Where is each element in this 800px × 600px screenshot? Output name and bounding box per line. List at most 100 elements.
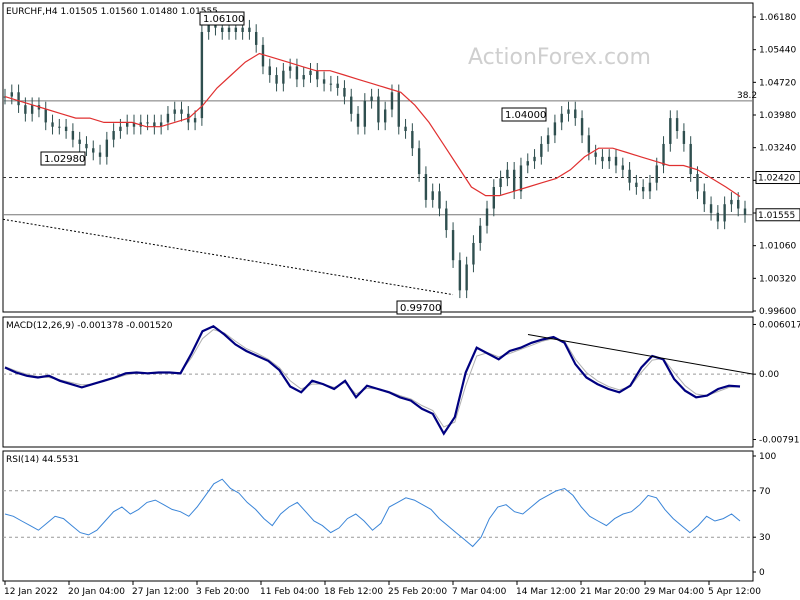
price-candle-body (730, 199, 733, 205)
price-candle-body (343, 87, 346, 97)
price-candle-body (580, 118, 584, 136)
chart-canvas: EURCHF,H4 1.01505 1.01560 1.01480 1.0155… (2, 2, 800, 597)
price-candle-body (567, 109, 570, 114)
time-label: 20 Jan 04:00 (68, 587, 125, 597)
price-candle-body (621, 165, 624, 170)
price-candle-body (350, 96, 353, 114)
price-candle-body (64, 126, 68, 132)
price-candle-body (329, 83, 333, 85)
price-candle-body (723, 204, 726, 222)
time-label: 18 Feb 12:00 (324, 587, 383, 597)
time-axis: 12 Jan 2022 20 Jan 04:00 27 Jan 12:00 3 Feb… (4, 581, 761, 597)
price-candle-body (295, 66, 299, 80)
price-callout-label: 1.02980 (44, 154, 85, 165)
price-candle-body (648, 182, 652, 192)
price-candle-body (485, 208, 489, 226)
price-candle-body (479, 225, 482, 243)
rsi-y-label: 0 (759, 568, 765, 578)
price-level-label: 1.02420 (758, 174, 795, 184)
price-candle-body (675, 118, 679, 132)
price-candle-body (662, 143, 665, 166)
price-candle-body (560, 113, 563, 123)
price-candle-body (356, 113, 360, 127)
price-candle-body (227, 27, 231, 32)
price-candle-body (248, 27, 251, 32)
price-callout-label: 1.04000 (505, 110, 546, 121)
macd-panel-frame (2, 316, 754, 448)
watermark: ActionForex.com (468, 45, 651, 70)
price-candle-body (390, 92, 394, 110)
price-candle-body (519, 165, 523, 192)
price-candle-body (614, 156, 618, 166)
price-candle-body (193, 118, 197, 123)
macd-title: MACD(12,26,9) -0.001378 -0.001520 (6, 321, 173, 331)
macd-y-label: 0.006017 (759, 320, 800, 330)
macd-panel: MACD(12,26,9) -0.001378 -0.001520 0.0060… (2, 316, 800, 448)
price-candle-body (316, 70, 319, 80)
price-candle-body (669, 118, 672, 144)
price-candle-body (119, 126, 122, 132)
price-candle-body (601, 156, 604, 162)
price-candle-body (404, 126, 407, 132)
price-y-label: 1.03240 (759, 144, 796, 154)
price-candle-body (397, 92, 400, 127)
price-candle-body (24, 105, 27, 114)
price-candle-body (689, 143, 692, 175)
price-y-label: 1.04720 (759, 78, 796, 88)
price-y-label: 1.00320 (759, 274, 796, 284)
price-y-label: 1.03980 (759, 111, 796, 121)
price-candle-body (492, 186, 496, 209)
macd-y-label: -0.007911 (759, 435, 800, 445)
rsi-title: RSI(14) 44.5531 (6, 455, 79, 465)
price-candle-body (302, 75, 305, 80)
price-candle-body (696, 174, 699, 192)
price-candle-body (574, 109, 577, 119)
rsi-y-label: 30 (759, 533, 771, 543)
rsi-panel-frame (2, 450, 754, 582)
price-candle-body (166, 113, 170, 123)
price-candle-body (234, 27, 238, 32)
price-candle-body (268, 66, 271, 76)
price-candle-body (655, 165, 658, 183)
price-candle-body (737, 199, 740, 209)
price-candle-body (703, 191, 706, 205)
price-candle-body (92, 148, 95, 153)
time-label: 29 Mar 04:00 (644, 587, 704, 597)
price-candle-body (336, 83, 339, 88)
price-y-label: 1.06180 (759, 13, 796, 23)
price-candle-body (261, 44, 265, 67)
price-candle-body (309, 70, 312, 76)
price-candle-body (465, 264, 468, 291)
price-candle-body (98, 152, 102, 157)
price-candle-body (288, 66, 292, 71)
price-candle-body (254, 31, 258, 45)
price-candle-body (322, 79, 326, 84)
price-candle-body (417, 148, 421, 175)
price-candle-body (51, 122, 54, 127)
price-candle-body (282, 70, 285, 84)
price-candle-body (635, 182, 638, 187)
time-label: 12 Jan 2022 (4, 587, 58, 597)
price-candle-body (499, 178, 502, 187)
price-candle-body (526, 161, 529, 166)
price-callout-label: 1.06100 (203, 14, 244, 25)
price-candle-body (363, 100, 367, 127)
time-label: 27 Jan 12:00 (132, 587, 189, 597)
price-y-label: 0.99600 (759, 307, 796, 317)
price-candle-body (445, 208, 448, 231)
price-candle-body (594, 152, 597, 157)
price-candle-body (241, 27, 244, 32)
price-candle-body (146, 122, 149, 124)
price-candle-body (472, 242, 475, 265)
time-label: 14 Mar 12:00 (516, 587, 576, 597)
rsi-y-label: 70 (759, 487, 771, 497)
price-candle-body (587, 135, 591, 153)
price-y-label: 1.01060 (759, 242, 796, 252)
time-label: 3 Feb 20:00 (196, 587, 250, 597)
price-candle-body (451, 230, 455, 261)
price-candle-body (383, 109, 387, 123)
price-candle-body (275, 75, 278, 84)
price-candle-body (608, 156, 611, 162)
time-label: 7 Mar 04:00 (452, 587, 507, 597)
price-candle-body (506, 169, 509, 179)
